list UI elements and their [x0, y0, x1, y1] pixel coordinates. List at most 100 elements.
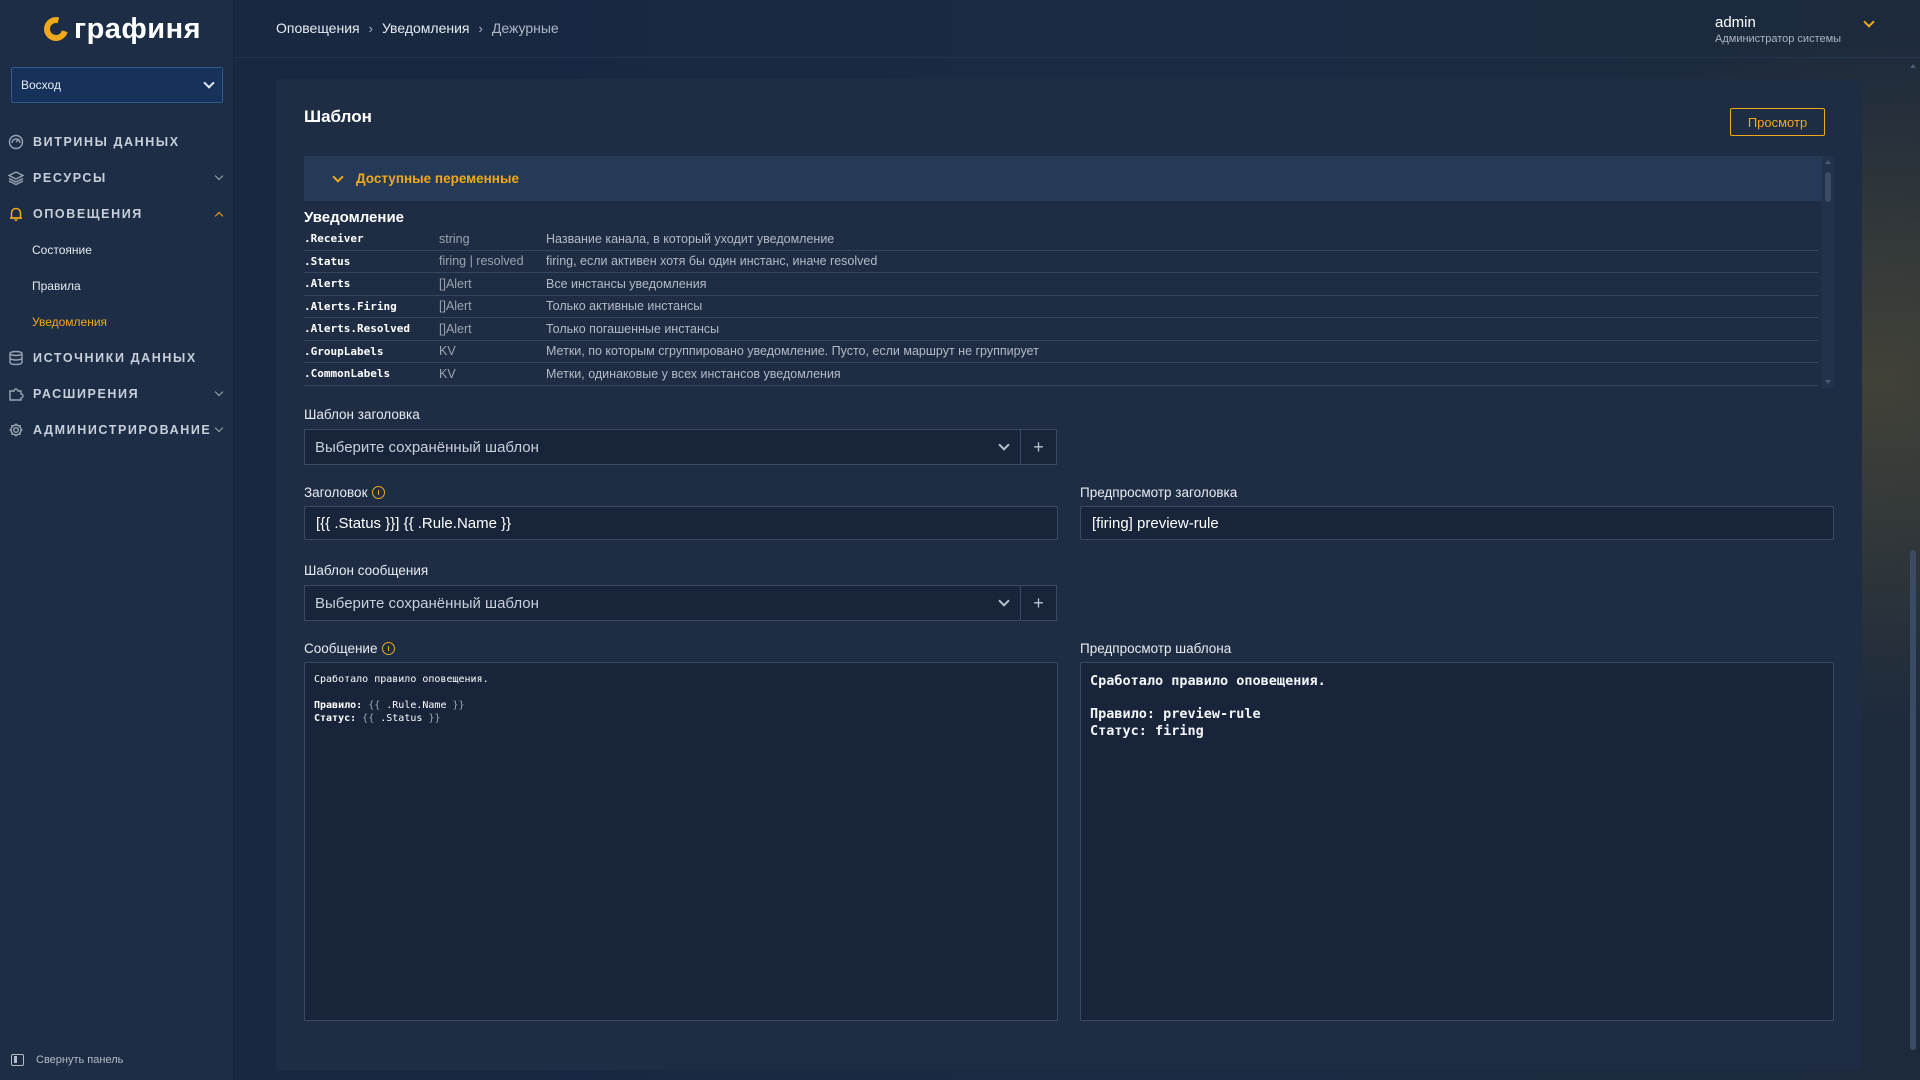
breadcrumb-item[interactable]: Уведомления [382, 20, 470, 36]
variable-description: Метки, одинаковые у всех инстансов уведо… [546, 366, 841, 381]
breadcrumb-separator-icon: › [368, 20, 373, 36]
breadcrumb-item[interactable]: Оповещения [276, 20, 360, 36]
sidebar-item-dashboards[interactable]: Витрины данных [0, 124, 234, 160]
template-close-token: }} [428, 713, 441, 724]
add-message-template-button[interactable]: + [1020, 585, 1057, 621]
variable-row: .GroupLabels KV Метки, по которым сгруппир… [304, 341, 1818, 363]
page-scrollbar[interactable] [1906, 58, 1920, 1080]
template-variable: .Status [380, 713, 423, 724]
sidebar-subitem-label: Правила [32, 279, 81, 293]
sidebar-item-datasources[interactable]: Источники данных [0, 340, 234, 376]
sidebar: графиня Восход Витрины данных Ресурсы Оп… [0, 0, 234, 1080]
variable-name: .Alerts [304, 277, 351, 291]
subject-label: Заголовок [304, 485, 386, 500]
variable-description: Только активные инстансы [546, 299, 703, 314]
collapse-sidebar-button[interactable]: Свернуть панель [11, 1054, 123, 1066]
scroll-down-icon[interactable] [1825, 380, 1831, 384]
scroll-thumb[interactable] [1910, 550, 1916, 1050]
message-template-select[interactable]: Выберите сохранённый шаблон [304, 585, 1021, 621]
sidebar-item-label: Расширения [33, 387, 140, 401]
scroll-up-icon[interactable] [1910, 64, 1916, 68]
chevron-down-icon [998, 439, 1010, 451]
sidebar-subitem-state[interactable]: Состояние [0, 232, 234, 268]
variable-type: firing | resolved [439, 254, 524, 269]
message-line: Сработало правило оповещения. [314, 674, 489, 685]
info-icon[interactable] [372, 486, 386, 499]
message-editor[interactable]: Сработало правило оповещения. Правило: {… [304, 662, 1058, 1021]
variable-type: []Alert [439, 321, 472, 336]
sidebar-item-alerting[interactable]: Оповещения [0, 196, 234, 232]
sidebar-subitem-rules[interactable]: Правила [0, 268, 234, 304]
header-template-select-value: Выберите сохранённый шаблон [315, 438, 539, 456]
sidebar-item-resources[interactable]: Ресурсы [0, 160, 234, 196]
chevron-down-icon [998, 595, 1010, 607]
add-header-template-button[interactable]: + [1020, 429, 1057, 465]
gear-icon [9, 423, 23, 437]
message-template-label: Шаблон сообщения [304, 563, 429, 578]
variable-row: .Alerts []Alert Все инстансы уведомления [304, 273, 1818, 296]
user-menu[interactable]: admin Администратор системы [1715, 14, 1841, 45]
variable-row: .Alerts.Resolved []Alert Только погашенные… [304, 318, 1818, 341]
logo[interactable]: графиня [39, 12, 202, 46]
org-select[interactable]: Восход [11, 67, 223, 103]
subject-preview-label: Предпросмотр заголовка [1080, 485, 1238, 500]
variables-scrollbar[interactable] [1822, 156, 1834, 388]
scroll-up-icon[interactable] [1825, 160, 1831, 164]
variable-description: Метки, по которым сгруппировано уведомле… [546, 344, 1039, 359]
logo-text: графиня [74, 12, 202, 45]
message-status-prefix: Статус: [314, 713, 363, 724]
subject-input[interactable]: [{{ .Status }}] {{ .Rule.Name }} [304, 506, 1058, 540]
sidebar-subitem-label: Уведомления [32, 315, 108, 329]
plus-icon: + [1033, 436, 1044, 457]
chevron-down-icon [214, 423, 224, 433]
available-variables-title: Доступные переменные [356, 171, 519, 186]
scroll-thumb[interactable] [1825, 172, 1831, 202]
subject-label-text: Заголовок [304, 485, 368, 500]
variable-name: .Alerts.Resolved [304, 322, 410, 336]
message-template-select-value: Выберите сохранённый шаблон [315, 594, 539, 612]
variables-table: .Receiver string Название канала, в которы… [304, 228, 1834, 386]
sidebar-nav: Витрины данных Ресурсы Оповещения Состоя… [0, 124, 234, 448]
variable-name: .Status [304, 254, 351, 268]
chevron-down-icon [214, 171, 224, 181]
sidebar-collapse-icon [11, 1054, 24, 1066]
user-name: admin [1715, 14, 1756, 31]
logo-icon [39, 12, 73, 46]
sidebar-item-label: Источники данных [33, 351, 197, 365]
message-label-text: Сообщение [304, 641, 378, 656]
sidebar-item-plugins[interactable]: Расширения [0, 376, 234, 412]
chevron-down-icon [214, 387, 224, 397]
layers-icon [8, 171, 24, 186]
header-template-label: Шаблон заголовка [304, 407, 420, 422]
variable-name: .CommonLabels [304, 367, 391, 381]
sidebar-item-label: Администрирование [33, 423, 212, 437]
breadcrumb-current: Дежурные [491, 20, 559, 36]
variables-section-title: Уведомление [304, 209, 405, 226]
variable-name: .Receiver [304, 232, 364, 246]
chevron-down-icon[interactable] [1863, 16, 1875, 28]
template-open-token: {{ [362, 713, 375, 724]
user-role: Администратор системы [1715, 33, 1842, 45]
message-preview-label: Предпросмотр шаблона [1080, 641, 1232, 656]
variable-description: firing, если активен хотя бы один инстан… [546, 254, 878, 269]
variable-description: Все инстансы уведомления [546, 276, 707, 291]
template-variable: .Rule.Name [386, 700, 447, 711]
variable-type: []Alert [439, 299, 472, 314]
preview-line: Сработало правило оповещения. [1090, 673, 1326, 689]
chevron-down-icon [332, 170, 344, 183]
chevron-down-icon [203, 77, 215, 89]
subject-input-value: [{{ .Status }}] {{ .Rule.Name }} [316, 514, 512, 532]
available-variables-toggle[interactable]: Доступные переменные [304, 156, 1834, 201]
sidebar-item-label: Витрины данных [33, 135, 180, 149]
preview-button[interactable]: Просмотр [1730, 108, 1825, 136]
variable-description: Название канала, в который уходит уведом… [546, 231, 835, 246]
breadcrumb: Оповещения › Уведомления › Дежурные [276, 20, 559, 36]
variable-row: .Receiver string Название канала, в которы… [304, 228, 1818, 251]
database-icon [9, 350, 23, 366]
header-template-select[interactable]: Выберите сохранённый шаблон [304, 429, 1021, 465]
sidebar-subitem-notifications[interactable]: Уведомления [0, 304, 234, 340]
topbar: Оповещения › Уведомления › Дежурные admi… [235, 0, 1920, 58]
info-icon[interactable] [382, 642, 396, 655]
sidebar-item-administration[interactable]: Администрирование [0, 412, 234, 448]
sidebar-item-label: Ресурсы [33, 171, 107, 185]
